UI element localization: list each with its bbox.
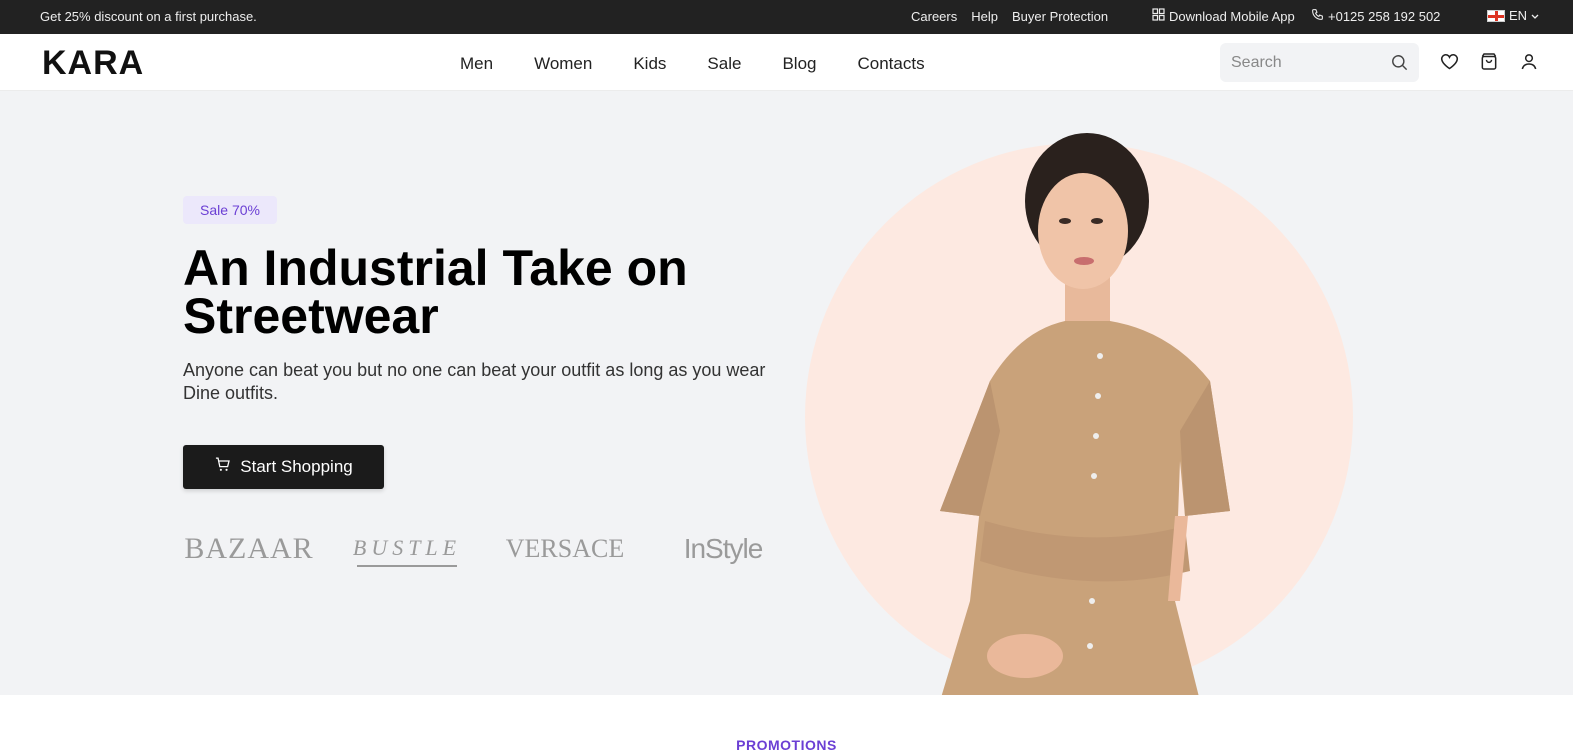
brand-logo-instyle: InStyle xyxy=(683,533,764,564)
language-selector[interactable]: EN xyxy=(1487,8,1539,23)
bag-icon[interactable] xyxy=(1479,51,1499,77)
help-link[interactable]: Help xyxy=(971,9,998,24)
sale-badge: Sale 70% xyxy=(183,196,277,224)
top-bar: Get 25% discount on a first purchase. Ca… xyxy=(0,0,1573,34)
search-input[interactable] xyxy=(1220,43,1370,82)
nav-contacts[interactable]: Contacts xyxy=(857,54,924,74)
brand-logo-bazaar: BAZAAR xyxy=(184,532,314,565)
top-links: Careers Help Buyer Protection xyxy=(911,9,1108,24)
main-nav: Men Women Kids Sale Blog Contacts xyxy=(460,54,925,74)
nav-women[interactable]: Women xyxy=(534,54,592,74)
user-icon[interactable] xyxy=(1519,51,1539,77)
flag-icon xyxy=(1487,9,1505,22)
search-icon[interactable] xyxy=(1390,53,1409,77)
main-header: KARA Men Women Kids Sale Blog Contacts xyxy=(0,34,1573,91)
start-shopping-label: Start Shopping xyxy=(240,457,353,476)
chevron-down-icon xyxy=(1531,8,1539,23)
phone-link[interactable]: +0125 258 192 502 xyxy=(1311,8,1440,24)
brand-logo-versace: VERSACE xyxy=(505,534,625,563)
logo[interactable]: KARA xyxy=(42,44,144,83)
promotions-heading: PROMOTIONS xyxy=(736,737,837,753)
promo-text: Get 25% discount on a first purchase. xyxy=(40,9,257,24)
heart-icon[interactable] xyxy=(1439,51,1460,77)
nav-blog[interactable]: Blog xyxy=(782,54,816,74)
hero-model-image xyxy=(940,133,1230,695)
nav-men[interactable]: Men xyxy=(460,54,493,74)
buyer-protection-link[interactable]: Buyer Protection xyxy=(1012,9,1108,24)
careers-link[interactable]: Careers xyxy=(911,9,957,24)
hero-subtitle: Anyone can beat you but no one can beat … xyxy=(183,360,766,403)
download-app-link[interactable]: Download Mobile App xyxy=(1152,8,1295,24)
search-box xyxy=(1220,43,1419,82)
nav-sale[interactable]: Sale xyxy=(707,54,741,74)
nav-kids[interactable]: Kids xyxy=(633,54,666,74)
hero-section: Sale 70% An Industrial Take on Streetwea… xyxy=(0,91,1573,695)
cart-icon xyxy=(214,456,232,478)
grid-icon xyxy=(1152,8,1165,24)
brand-logos: BAZAAR BUSTLE VERSACE InStyle xyxy=(184,531,773,567)
hero-title: An Industrial Take on Streetwear xyxy=(183,240,688,344)
language-label: EN xyxy=(1509,8,1528,23)
download-app-label: Download Mobile App xyxy=(1169,8,1295,24)
phone-icon xyxy=(1311,8,1324,24)
start-shopping-button[interactable]: Start Shopping xyxy=(183,445,384,489)
brand-logo-bustle: BUSTLE xyxy=(353,531,457,567)
phone-number: +0125 258 192 502 xyxy=(1328,8,1441,24)
